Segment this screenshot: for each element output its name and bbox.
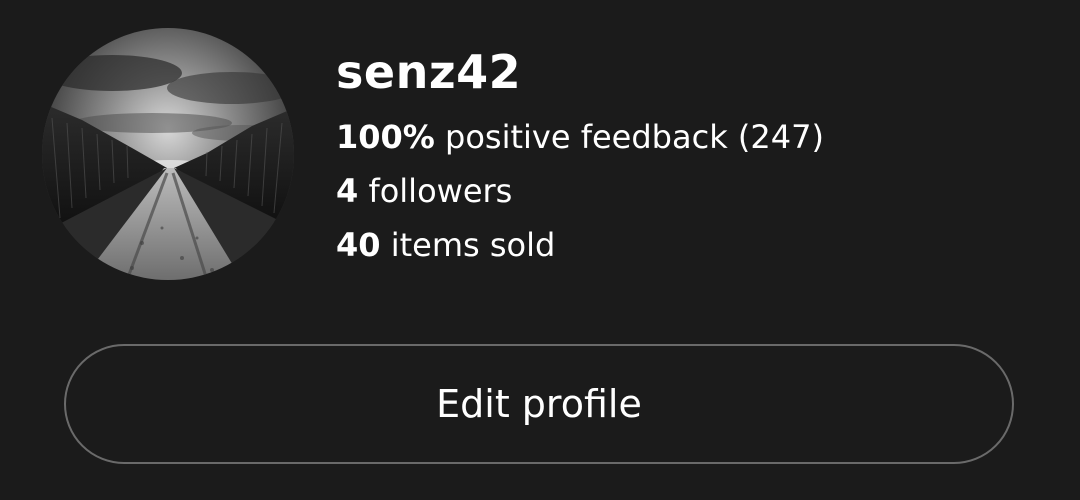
feedback-percent: 100% <box>336 118 435 156</box>
profile-info: senz42 100% positive feedback (247) 4 fo… <box>336 40 1036 272</box>
username: senz42 <box>336 45 522 99</box>
items-sold-count: 40 <box>336 226 381 264</box>
followers-label: followers <box>368 172 513 210</box>
items-sold-stat: 40 items sold <box>336 218 1036 272</box>
items-sold-label: items sold <box>390 226 556 264</box>
profile-photo-icon <box>42 28 294 280</box>
feedback-stat[interactable]: 100% positive feedback (247) <box>336 110 1036 164</box>
edit-profile-button[interactable]: Edit profile <box>64 344 1014 464</box>
followers-stat[interactable]: 4 followers <box>336 164 1036 218</box>
followers-count: 4 <box>336 172 359 210</box>
profile-header: senz42 100% positive feedback (247) 4 fo… <box>0 0 1080 500</box>
avatar[interactable] <box>42 28 294 280</box>
feedback-label: positive feedback (247) <box>445 118 824 156</box>
